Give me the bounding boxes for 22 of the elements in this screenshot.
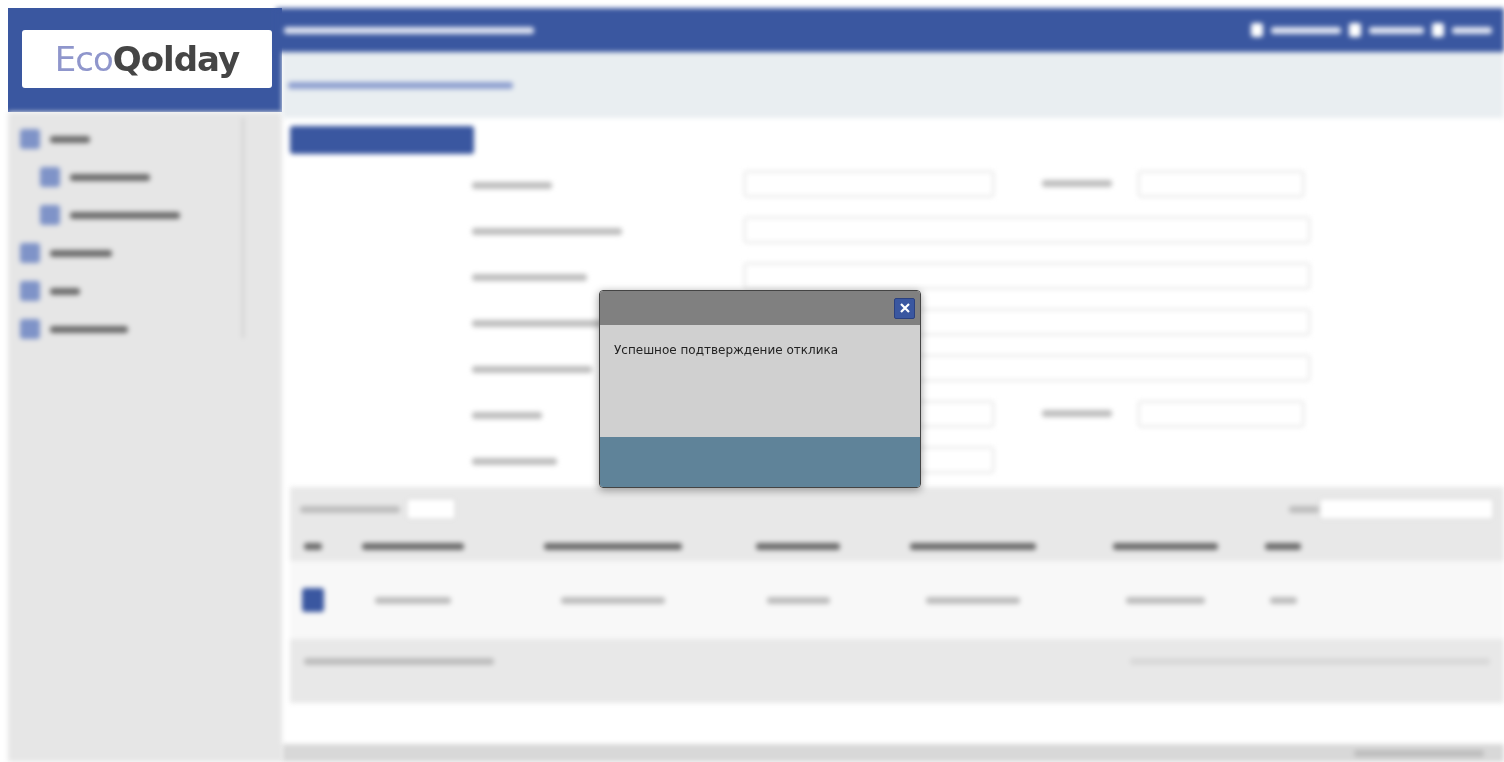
blurred-text — [472, 412, 542, 419]
blurred-text — [1369, 26, 1424, 34]
blurred-text — [304, 542, 322, 550]
blurred-text — [1452, 26, 1492, 34]
blurred-text — [1289, 505, 1319, 513]
blurred-text — [1271, 26, 1341, 34]
blurred-text — [50, 135, 90, 143]
blurred-text — [1269, 596, 1297, 604]
blurred-text — [766, 596, 830, 604]
blurred-button[interactable] — [290, 126, 474, 154]
close-icon — [899, 303, 910, 313]
logo: EcoQolday — [22, 30, 272, 88]
blurred-text — [1042, 180, 1112, 187]
dialog-message: Успешное подтверждение отклика — [614, 343, 839, 357]
blurred-text — [1042, 410, 1112, 417]
input-field[interactable] — [744, 262, 1310, 289]
blurred-text — [50, 287, 80, 295]
blurred-text — [50, 249, 112, 257]
close-button[interactable] — [894, 297, 915, 319]
search-field[interactable] — [1319, 498, 1494, 520]
blurred-button[interactable] — [302, 588, 324, 612]
blurred-text — [1265, 542, 1301, 550]
